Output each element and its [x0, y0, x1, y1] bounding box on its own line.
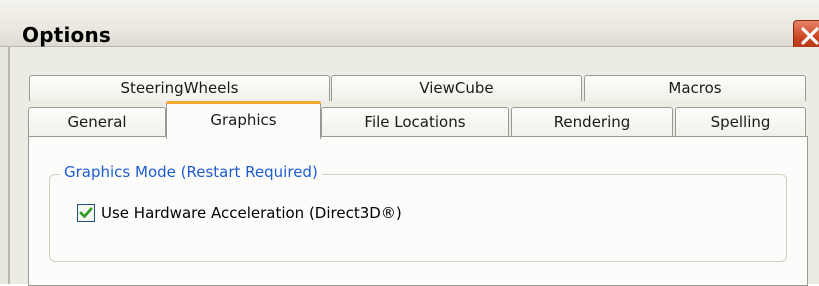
tab-graphics[interactable]: Graphics [166, 101, 321, 139]
close-icon [801, 27, 819, 45]
tab-spelling[interactable]: Spelling [675, 107, 806, 137]
close-button[interactable] [793, 20, 819, 50]
checkmark-icon [79, 207, 93, 219]
hardware-acceleration-label[interactable]: Use Hardware Acceleration (Direct3D®) [101, 204, 402, 222]
hardware-acceleration-checkbox[interactable] [77, 204, 95, 222]
tab-macros[interactable]: Macros [584, 75, 806, 101]
group-title: Graphics Mode (Restart Required) [60, 163, 322, 181]
graphics-mode-group: Graphics Mode (Restart Required) Use Har… [49, 163, 787, 262]
tab-steeringwheels[interactable]: SteeringWheels [29, 75, 330, 101]
tab-viewcube[interactable]: ViewCube [331, 75, 582, 101]
tab-rendering[interactable]: Rendering [511, 107, 673, 137]
tab-general[interactable]: General [28, 107, 166, 137]
window-title: Options [22, 23, 112, 47]
tab-file-locations[interactable]: File Locations [321, 107, 509, 137]
title-bar[interactable]: Options [0, 0, 819, 50]
options-dialog: Options SteeringWheels ViewCube Macros G… [0, 0, 819, 286]
graphics-tab-panel: Graphics Mode (Restart Required) Use Har… [28, 136, 808, 286]
